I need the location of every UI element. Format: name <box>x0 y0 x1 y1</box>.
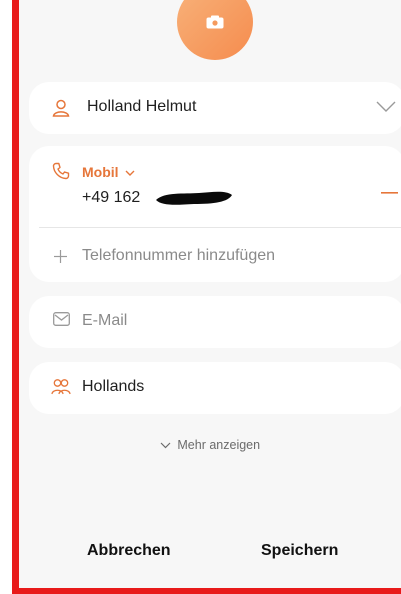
group-field[interactable]: Hollands <box>82 378 144 396</box>
chevron-down-icon <box>125 170 135 176</box>
name-field[interactable]: Holland Helmut <box>87 98 196 116</box>
cancel-button[interactable]: Abbrechen <box>87 542 171 560</box>
group-icon <box>51 379 71 395</box>
show-more-button[interactable]: Mehr anzeigen <box>19 438 401 452</box>
save-button[interactable]: Speichern <box>261 542 338 560</box>
plus-icon <box>54 250 67 263</box>
phone-type-label: Mobil <box>82 164 119 180</box>
mail-icon <box>53 312 70 326</box>
email-card: E-Mail <box>29 296 401 348</box>
chevron-down-icon[interactable] <box>376 101 396 113</box>
group-card: Hollands <box>29 362 401 414</box>
show-more-label: Mehr anzeigen <box>177 438 261 452</box>
add-phone-number-button[interactable]: Telefonnummer hinzufügen <box>82 247 275 265</box>
phone-icon <box>52 162 70 180</box>
divider <box>39 227 401 228</box>
contact-edit-screen: Holland Helmut Mobil +49 162 Telefonnumm… <box>19 0 401 588</box>
phone-card: Mobil +49 162 Telefonnummer hinzufügen <box>29 146 401 282</box>
red-frame-bottom <box>12 588 401 594</box>
name-card: Holland Helmut <box>29 82 401 134</box>
phone-type-selector[interactable]: Mobil <box>82 164 135 180</box>
add-photo-button[interactable] <box>177 0 253 60</box>
person-icon <box>52 99 70 117</box>
red-frame-left <box>12 0 19 594</box>
redaction-scribble <box>156 191 232 205</box>
minus-icon[interactable] <box>381 192 398 195</box>
chevron-down-icon <box>160 442 171 449</box>
email-field[interactable]: E-Mail <box>82 312 127 330</box>
phone-number-field[interactable]: +49 162 <box>82 189 140 207</box>
camera-icon <box>206 15 224 29</box>
